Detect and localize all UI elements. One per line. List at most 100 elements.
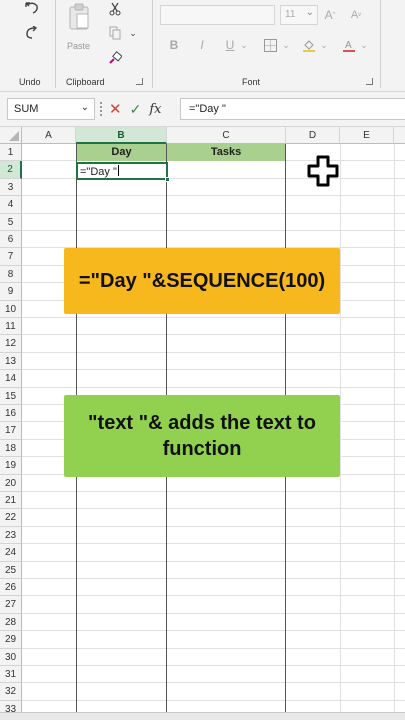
enter-icon[interactable]: ✓ xyxy=(130,101,142,118)
row-gridline xyxy=(22,595,405,597)
mouse-cursor-cross-icon xyxy=(307,155,339,192)
column-header-d[interactable]: D xyxy=(286,127,340,144)
row-header-2[interactable]: 2 xyxy=(0,161,22,179)
column-border-e-right xyxy=(394,144,395,720)
cell-c1[interactable]: Tasks xyxy=(167,144,285,161)
borders-dropdown-icon[interactable]: ⌄ xyxy=(282,38,290,52)
row-header-10[interactable]: 10 xyxy=(0,300,22,318)
row-gridline xyxy=(22,351,405,353)
chevron-down-icon[interactable]: ⌄ xyxy=(81,102,89,113)
decrease-font-icon[interactable]: Av xyxy=(348,6,364,24)
font-color-icon[interactable]: A xyxy=(340,36,358,54)
ribbon-separator xyxy=(152,0,153,88)
formula-input[interactable]: ="Day " xyxy=(180,98,405,120)
copy-dropdown-icon[interactable]: ⌄ xyxy=(128,26,138,40)
sheet-tab-bar[interactable] xyxy=(0,712,405,720)
row-header-29[interactable]: 29 xyxy=(0,631,22,649)
row-gridline xyxy=(22,665,405,666)
row-gridline xyxy=(22,508,405,510)
row-header-4[interactable]: 4 xyxy=(0,196,22,214)
bold-icon[interactable]: B xyxy=(166,36,182,54)
font-name-box[interactable] xyxy=(160,5,275,25)
row-gridline xyxy=(22,230,405,231)
row-header-1[interactable]: 1 xyxy=(0,144,22,162)
active-cell-b2[interactable]: ="Day " xyxy=(76,162,170,182)
row-header-21[interactable]: 21 xyxy=(0,492,22,510)
row-gridline xyxy=(22,630,405,632)
font-size-box[interactable]: 11 ⌄ xyxy=(280,5,318,25)
row-header-8[interactable]: 8 xyxy=(0,265,22,284)
row-header-32[interactable]: 32 xyxy=(0,683,22,701)
insert-function-icon[interactable]: fx xyxy=(149,102,161,117)
paste-label[interactable]: Paste xyxy=(67,41,90,51)
row-header-15[interactable]: 15 xyxy=(0,387,22,405)
row-header-12[interactable]: 12 xyxy=(0,335,22,353)
undo-icon[interactable] xyxy=(22,0,42,16)
italic-icon[interactable]: I xyxy=(194,36,210,54)
row-gridline xyxy=(22,578,405,579)
row-header-14[interactable]: 14 xyxy=(0,370,22,388)
fill-color-icon[interactable] xyxy=(300,36,318,54)
active-cell-value: ="Day " xyxy=(80,166,117,178)
row-header-17[interactable]: 17 xyxy=(0,422,22,440)
font-color-dropdown-icon[interactable]: ⌄ xyxy=(360,38,368,52)
column-header-e[interactable]: E xyxy=(340,127,394,144)
row-header-19[interactable]: 19 xyxy=(0,457,22,475)
column-header-f[interactable] xyxy=(394,127,405,144)
borders-icon[interactable] xyxy=(262,37,278,53)
column-header-a[interactable]: A xyxy=(22,127,76,144)
underline-icon[interactable]: U xyxy=(222,36,238,54)
copy-icon[interactable] xyxy=(106,24,124,42)
select-all-button[interactable] xyxy=(0,127,22,144)
redo-icon[interactable] xyxy=(22,24,42,42)
fill-color-dropdown-icon[interactable]: ⌄ xyxy=(320,38,328,52)
row-gridline xyxy=(22,334,405,336)
row-gridline xyxy=(22,386,405,388)
clipboard-dialog-launcher-icon[interactable] xyxy=(136,78,143,85)
row-header-3[interactable]: 3 xyxy=(0,178,22,197)
row-header-24[interactable]: 24 xyxy=(0,544,22,562)
increase-font-icon[interactable]: A ^ xyxy=(322,6,338,24)
text-cursor xyxy=(117,165,119,176)
font-size-value: 11 xyxy=(285,9,296,20)
row-header-22[interactable]: 22 xyxy=(0,509,22,527)
underline-dropdown-icon[interactable]: ⌄ xyxy=(240,38,248,52)
svg-text:A: A xyxy=(345,40,352,51)
row-header-27[interactable]: 27 xyxy=(0,596,22,614)
row-header-20[interactable]: 20 xyxy=(0,474,22,492)
cell-b1[interactable]: Day xyxy=(77,144,166,161)
formula-bar-grip-icon[interactable] xyxy=(100,102,102,116)
row-header-23[interactable]: 23 xyxy=(0,526,22,545)
row-header-6[interactable]: 6 xyxy=(0,231,22,249)
row-header-9[interactable]: 9 xyxy=(0,283,22,301)
undo-group-label: Undo xyxy=(19,77,41,87)
font-dialog-launcher-icon[interactable] xyxy=(366,78,373,85)
paste-icon[interactable] xyxy=(65,2,93,32)
row-header-13[interactable]: 13 xyxy=(0,352,22,371)
name-box-value: SUM xyxy=(14,103,39,115)
column-header-c[interactable]: C xyxy=(167,127,286,144)
row-header-25[interactable]: 25 xyxy=(0,561,22,579)
row-header-18[interactable]: 18 xyxy=(0,439,22,458)
row-gridline xyxy=(22,682,405,684)
format-painter-icon[interactable] xyxy=(106,49,124,67)
ribbon-separator xyxy=(380,0,381,88)
row-header-28[interactable]: 28 xyxy=(0,613,22,632)
row-header-30[interactable]: 30 xyxy=(0,648,22,666)
formula-controls: ✕ ✓ fx xyxy=(105,98,175,120)
explanation-callout: "text "& adds the text to function xyxy=(64,395,340,477)
name-box[interactable]: SUM ⌄ xyxy=(7,98,95,120)
row-header-11[interactable]: 11 xyxy=(0,318,22,336)
row-header-31[interactable]: 31 xyxy=(0,666,22,684)
row-gridline xyxy=(22,491,405,492)
fill-handle[interactable] xyxy=(165,177,170,182)
column-header-b[interactable]: B xyxy=(76,127,167,144)
row-gridline xyxy=(22,369,405,371)
row-header-7[interactable]: 7 xyxy=(0,248,22,266)
cut-icon[interactable] xyxy=(106,0,124,18)
cancel-icon[interactable]: ✕ xyxy=(109,100,122,118)
row-header-5[interactable]: 5 xyxy=(0,213,22,231)
row-header-26[interactable]: 26 xyxy=(0,579,22,597)
row-header-16[interactable]: 16 xyxy=(0,405,22,423)
row-gridline xyxy=(22,612,405,614)
